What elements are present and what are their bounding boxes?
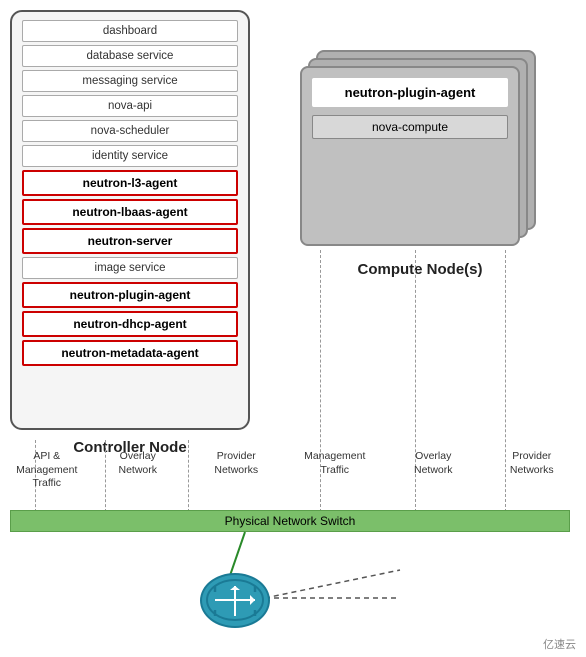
label-api-mgmt: API &ManagementTraffic bbox=[14, 450, 79, 491]
service-messaging: messaging service bbox=[22, 70, 238, 92]
compute-label: Compute Node(s) bbox=[300, 261, 540, 278]
service-neutron-metadata: neutron-metadata-agent bbox=[22, 340, 238, 366]
label-provider-ctrl: ProviderNetworks bbox=[196, 450, 276, 491]
main-container: dashboard database service messaging ser… bbox=[0, 0, 586, 657]
service-nova-api: nova-api bbox=[22, 95, 238, 117]
network-labels-row: API &ManagementTraffic OverlayNetwork Pr… bbox=[5, 450, 581, 491]
service-image: image service bbox=[22, 257, 238, 279]
compute-neutron-plugin: neutron-plugin-agent bbox=[312, 78, 508, 107]
compute-stack-front: neutron-plugin-agent nova-compute bbox=[300, 66, 520, 246]
switch-bar: Physical Network Switch bbox=[10, 510, 570, 532]
router-area bbox=[180, 560, 290, 640]
service-neutron-plugin-ctrl: neutron-plugin-agent bbox=[22, 282, 238, 308]
label-overlay-comp: OverlayNetwork bbox=[393, 450, 473, 491]
service-neutron-server: neutron-server bbox=[22, 228, 238, 254]
service-neutron-l3-agent: neutron-l3-agent bbox=[22, 170, 238, 196]
watermark: 亿速云 bbox=[543, 636, 576, 652]
router-icon bbox=[200, 573, 270, 628]
compute-nova-compute: nova-compute bbox=[312, 115, 508, 139]
service-database: database service bbox=[22, 45, 238, 67]
service-nova-scheduler: nova-scheduler bbox=[22, 120, 238, 142]
router-svg bbox=[205, 578, 265, 623]
service-neutron-lbaas-agent: neutron-lbaas-agent bbox=[22, 199, 238, 225]
service-neutron-dhcp: neutron-dhcp-agent bbox=[22, 311, 238, 337]
controller-node: dashboard database service messaging ser… bbox=[10, 10, 250, 430]
service-identity: identity service bbox=[22, 145, 238, 167]
label-mgmt-comp: ManagementTraffic bbox=[295, 450, 375, 491]
label-overlay-ctrl: OverlayNetwork bbox=[98, 450, 178, 491]
service-dashboard: dashboard bbox=[22, 20, 238, 42]
compute-node: neutron-plugin-agent nova-compute Comput… bbox=[300, 50, 540, 250]
label-provider-comp: ProviderNetworks bbox=[492, 450, 572, 491]
switch-label: Physical Network Switch bbox=[225, 514, 356, 528]
